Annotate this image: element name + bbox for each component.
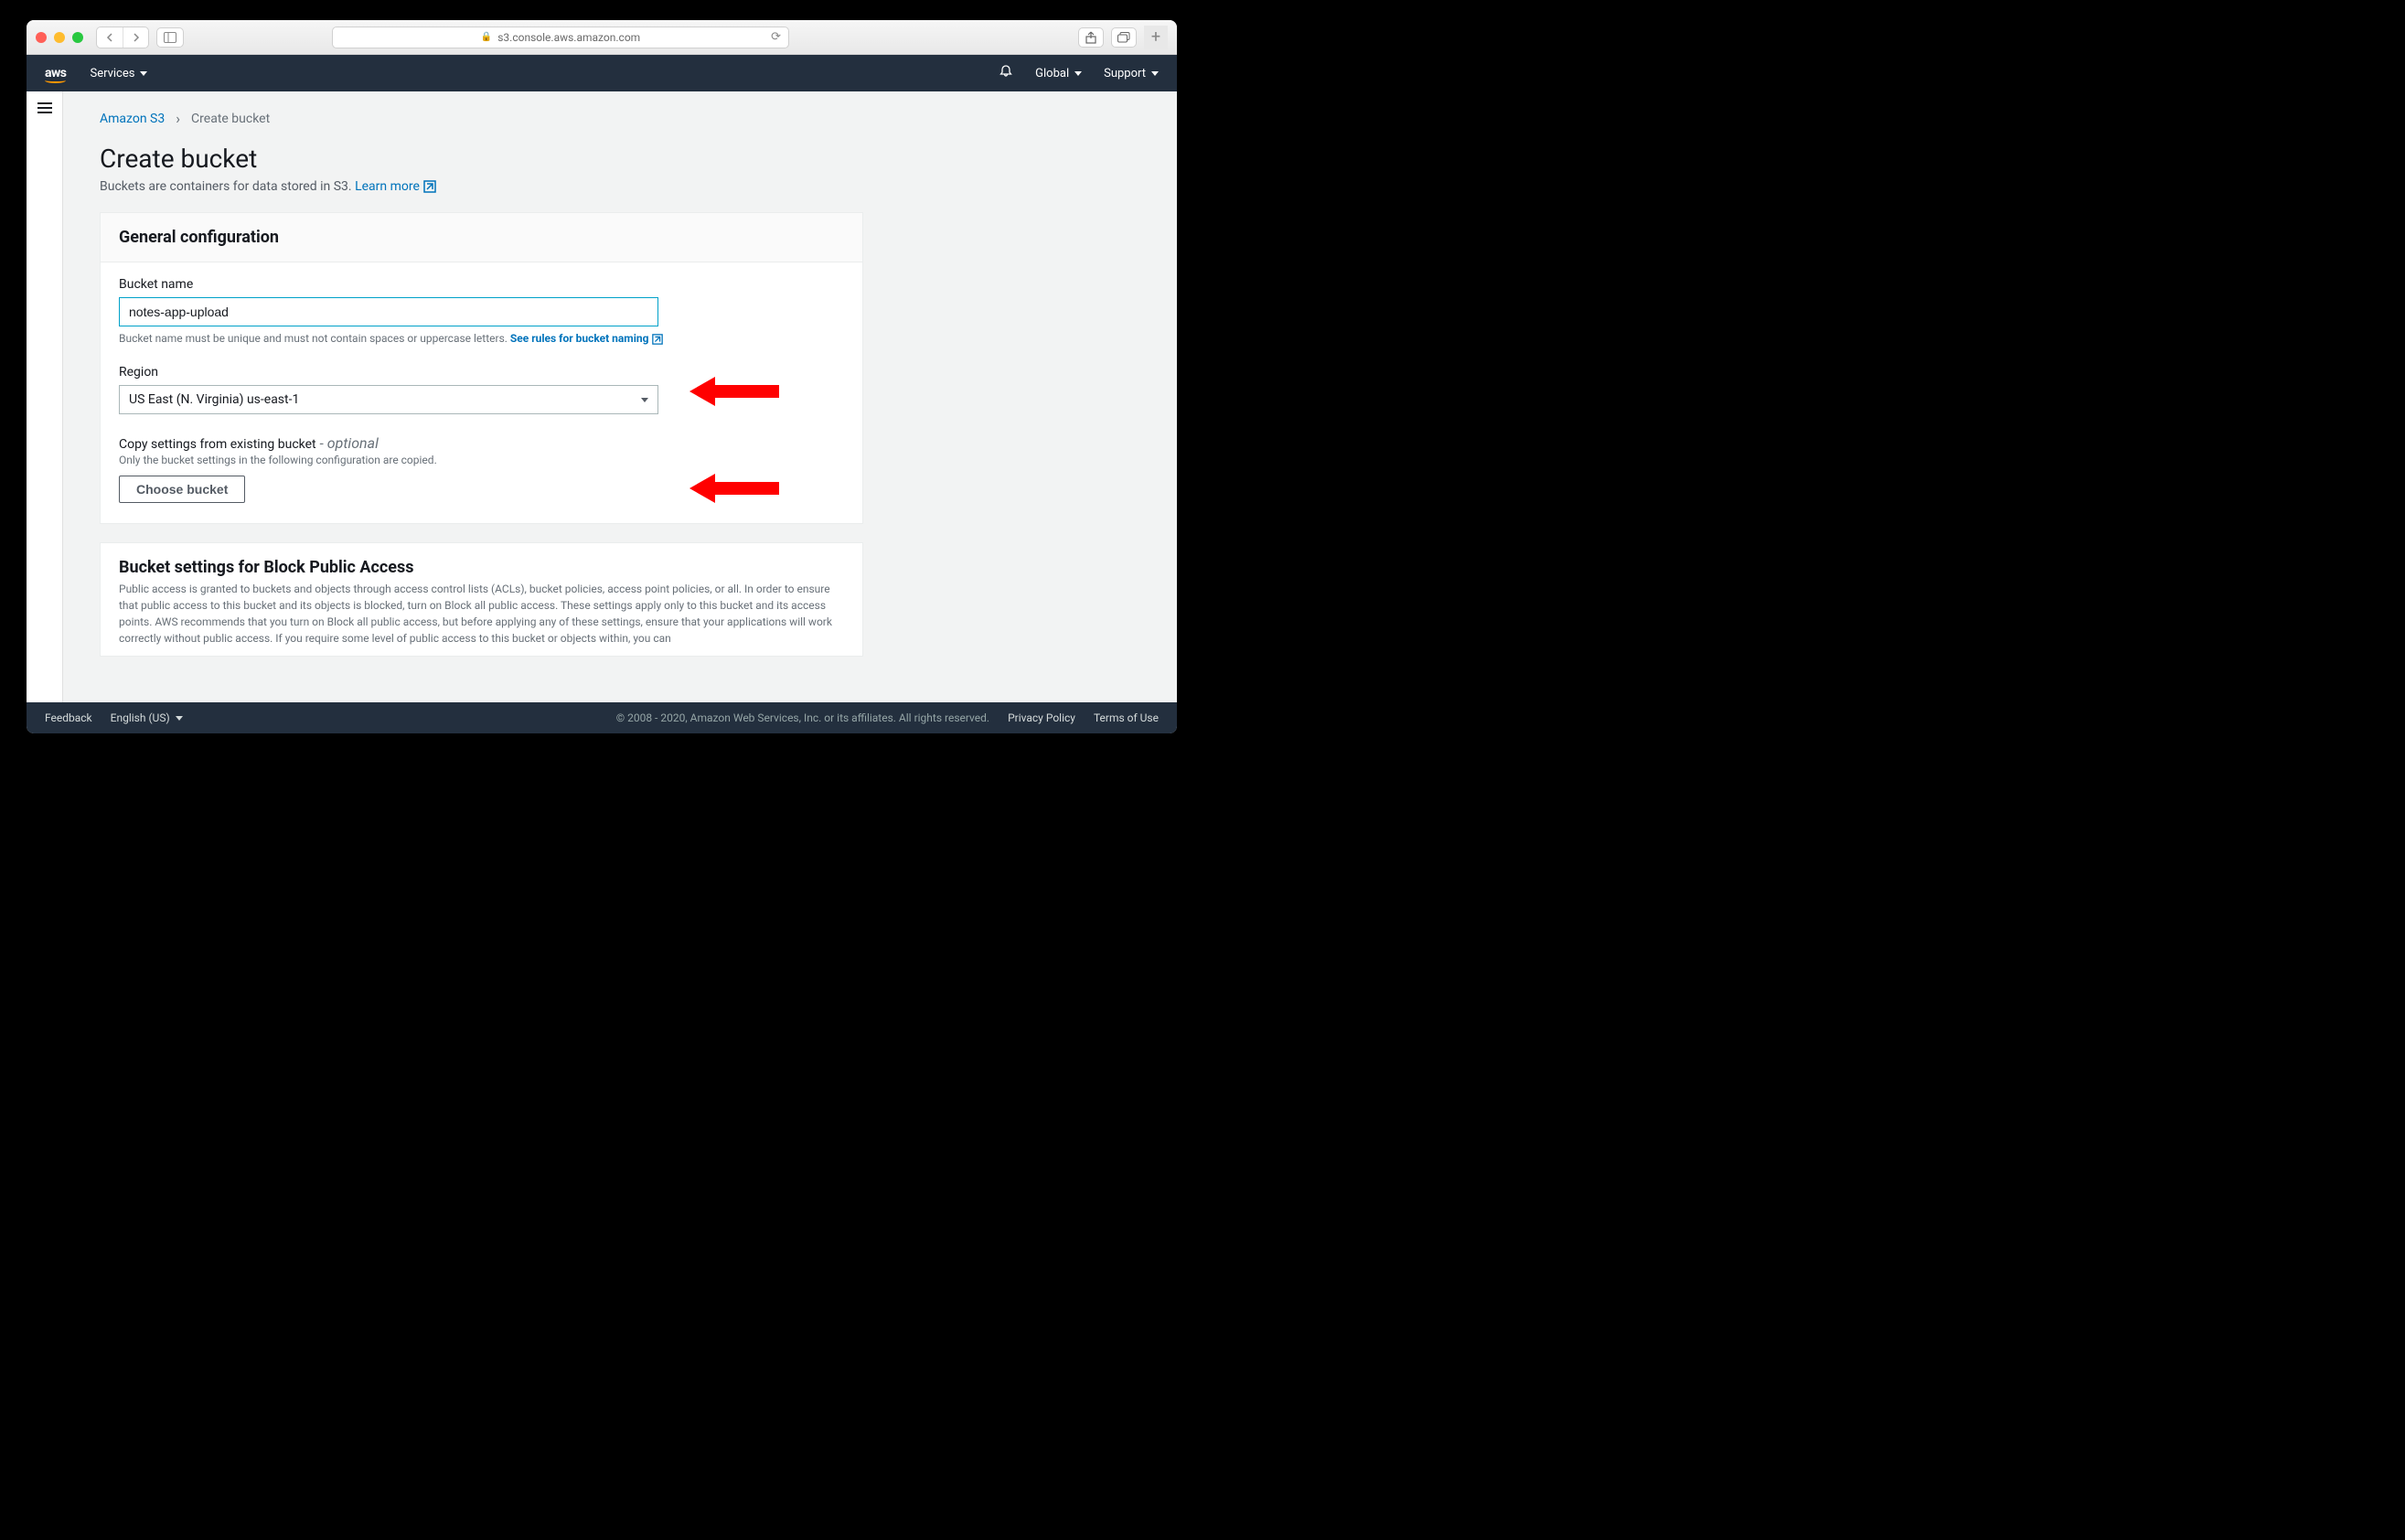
copy-label: Copy settings from existing bucket <box>119 437 316 452</box>
global-label: Global <box>1035 67 1069 80</box>
new-tab-button[interactable]: + <box>1144 26 1168 49</box>
aws-header: aws Services Global Support <box>27 55 1177 91</box>
notifications-button[interactable] <box>999 64 1013 82</box>
forward-button[interactable] <box>123 27 148 48</box>
naming-rules-link[interactable]: See rules for bucket naming <box>510 332 649 345</box>
general-config-heading: General configuration <box>119 228 844 247</box>
hamburger-icon[interactable] <box>37 102 52 702</box>
window-controls <box>36 32 83 43</box>
lock-icon: 🔒 <box>481 32 492 42</box>
bucket-name-field: Bucket name Bucket name must be unique a… <box>119 277 844 345</box>
learn-more-link[interactable]: Learn more <box>355 179 436 194</box>
browser-toolbar: 🔒 s3.console.aws.amazon.com ⟳ + <box>27 20 1177 55</box>
tabs-button[interactable] <box>1111 27 1137 48</box>
external-link-icon <box>652 334 663 345</box>
caret-down-icon <box>1151 71 1159 76</box>
page-description: Buckets are containers for data stored i… <box>100 179 1140 194</box>
services-label: Services <box>90 67 134 80</box>
content-wrapper: Amazon S3 › Create bucket Create bucket … <box>27 91 1177 702</box>
services-menu[interactable]: Services <box>90 67 147 80</box>
reload-icon[interactable]: ⟳ <box>771 30 781 44</box>
minimize-window-button[interactable] <box>54 32 65 43</box>
terms-link[interactable]: Terms of Use <box>1094 711 1159 724</box>
share-button[interactable] <box>1078 27 1104 48</box>
block-heading: Bucket settings for Block Public Access <box>119 558 844 577</box>
caret-down-icon <box>176 716 183 721</box>
page-title: Create bucket <box>100 144 1140 174</box>
support-label: Support <box>1104 67 1146 80</box>
aws-logo[interactable]: aws <box>45 66 66 80</box>
choose-bucket-button[interactable]: Choose bucket <box>119 476 245 503</box>
language-label: English (US) <box>111 711 170 724</box>
language-selector[interactable]: English (US) <box>111 711 183 724</box>
maximize-window-button[interactable] <box>72 32 83 43</box>
bucket-name-label: Bucket name <box>119 277 844 292</box>
copyright-text: © 2008 - 2020, Amazon Web Services, Inc.… <box>616 711 989 724</box>
bucket-name-input[interactable] <box>119 297 658 326</box>
region-select[interactable]: US East (N. Virginia) us-east-1 <box>119 385 658 414</box>
close-window-button[interactable] <box>36 32 47 43</box>
main-content: Amazon S3 › Create bucket Create bucket … <box>63 91 1177 702</box>
external-link-icon <box>423 180 436 193</box>
breadcrumb-root[interactable]: Amazon S3 <box>100 112 165 126</box>
back-button[interactable] <box>97 27 123 48</box>
panel-header: General configuration <box>101 213 862 262</box>
block-description: Public access is granted to buckets and … <box>119 581 844 647</box>
privacy-link[interactable]: Privacy Policy <box>1008 711 1075 724</box>
annotation-arrow <box>689 474 779 503</box>
block-public-access-panel: Bucket settings for Block Public Access … <box>100 542 863 657</box>
nav-buttons <box>96 27 149 48</box>
breadcrumb-current: Create bucket <box>191 112 270 126</box>
caret-down-icon <box>140 71 147 76</box>
region-value: US East (N. Virginia) us-east-1 <box>129 392 299 407</box>
sidebar-toggle-button[interactable] <box>156 27 184 48</box>
annotation-arrow <box>689 377 779 406</box>
region-menu[interactable]: Global <box>1035 67 1082 80</box>
bucket-name-hint: Bucket name must be unique and must not … <box>119 332 844 345</box>
url-text: s3.console.aws.amazon.com <box>497 31 640 44</box>
caret-down-icon <box>641 398 648 402</box>
side-nav-collapsed <box>27 91 63 702</box>
breadcrumb: Amazon S3 › Create bucket <box>100 110 1140 127</box>
support-menu[interactable]: Support <box>1104 67 1159 80</box>
browser-window: 🔒 s3.console.aws.amazon.com ⟳ + aws Serv… <box>27 20 1177 733</box>
copy-hint: Only the bucket settings in the followin… <box>119 454 844 466</box>
chevron-right-icon: › <box>176 110 180 127</box>
feedback-link[interactable]: Feedback <box>45 711 92 724</box>
footer: Feedback English (US) © 2008 - 2020, Ama… <box>27 702 1177 733</box>
copy-optional: - optional <box>316 434 379 452</box>
address-bar[interactable]: 🔒 s3.console.aws.amazon.com ⟳ <box>332 27 789 48</box>
caret-down-icon <box>1074 71 1082 76</box>
bell-icon <box>999 64 1013 79</box>
